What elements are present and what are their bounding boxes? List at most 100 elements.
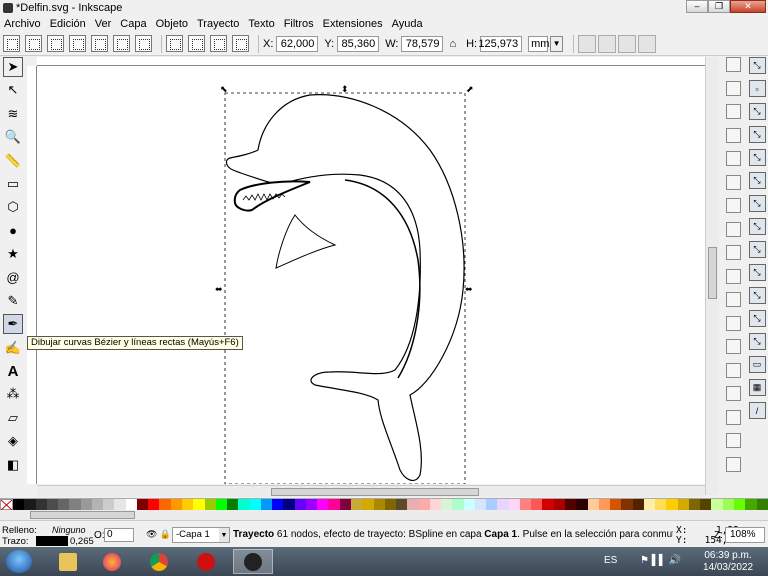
scale-handle-ne[interactable]: ⬈ — [466, 84, 474, 94]
snap-cusp-nodes-icon[interactable]: ⤡ — [748, 241, 766, 258]
color-swatch[interactable] — [486, 499, 498, 510]
import-icon[interactable] — [725, 151, 741, 166]
snap-intersections-icon[interactable]: ⤡ — [748, 218, 766, 235]
scale-handle-e[interactable]: ⬌ — [465, 284, 473, 294]
color-swatch[interactable] — [711, 499, 723, 510]
menu-texto[interactable]: Texto — [248, 18, 274, 30]
menu-capa[interactable]: Capa — [120, 18, 146, 30]
move-gradients-toggle[interactable] — [618, 34, 637, 53]
color-swatch[interactable] — [80, 499, 92, 510]
copy-icon[interactable] — [725, 245, 741, 260]
color-swatch[interactable] — [384, 499, 397, 510]
color-swatch[interactable] — [238, 499, 250, 510]
color-swatch[interactable] — [148, 499, 160, 510]
lower-to-bottom-icon[interactable] — [232, 35, 249, 52]
color-swatch[interactable] — [643, 499, 656, 510]
selector-tool-icon[interactable]: ➤ — [3, 57, 23, 77]
lock-icon[interactable]: ⌂ — [449, 38, 456, 50]
zoom-drawing-icon[interactable] — [725, 339, 741, 354]
color-swatch[interactable] — [294, 499, 306, 510]
layer-dropdown-arrow-icon[interactable]: ▼ — [219, 528, 229, 542]
color-swatch[interactable] — [159, 499, 171, 510]
star-tool-icon[interactable]: ★ — [3, 244, 23, 264]
color-swatch[interactable] — [576, 499, 588, 510]
no-paint-swatch[interactable] — [0, 499, 13, 511]
move-patterns-toggle[interactable] — [638, 34, 657, 53]
color-swatch[interactable] — [655, 499, 667, 510]
color-swatch[interactable] — [463, 499, 475, 510]
rotate-cw-icon[interactable] — [91, 35, 108, 52]
color-swatch[interactable] — [339, 499, 351, 510]
undo-icon[interactable] — [725, 198, 741, 213]
menu-ayuda[interactable]: Ayuda — [392, 18, 423, 30]
color-swatch[interactable] — [677, 499, 689, 510]
color-swatch[interactable] — [565, 499, 577, 510]
color-swatch[interactable] — [373, 499, 385, 510]
snap-bbox-edges-icon[interactable]: ⤡ — [748, 103, 766, 120]
print-icon[interactable] — [725, 127, 741, 143]
layer-visibility-icon[interactable]: 👁 🔒 — [146, 529, 171, 540]
menu-filtros[interactable]: Filtros — [284, 18, 314, 30]
zoom-tool-icon[interactable]: 🔍 — [3, 127, 23, 147]
snap-midpoints-icon[interactable]: ⤡ — [748, 287, 766, 304]
unit-select[interactable]: mm — [528, 35, 549, 52]
snap-bbox-midpoints-icon[interactable]: ⤡ — [748, 149, 766, 166]
export-icon[interactable] — [725, 174, 741, 190]
unit-dropdown-arrow-icon[interactable]: ▼ — [550, 35, 564, 52]
color-swatch[interactable] — [610, 499, 622, 510]
taskbar-explorer[interactable] — [48, 549, 88, 574]
color-swatch[interactable] — [317, 499, 329, 510]
menu-edicion[interactable]: Edición — [50, 18, 86, 30]
snap-grids-icon[interactable]: ▦ — [748, 379, 766, 396]
keyboard-language[interactable]: ES — [604, 555, 617, 566]
x-input[interactable]: 62,000 — [276, 35, 319, 52]
snap-page-border-icon[interactable]: ▭ — [748, 356, 766, 373]
color-swatch[interactable] — [621, 499, 633, 510]
color-swatch[interactable] — [756, 499, 768, 510]
raise-icon[interactable] — [188, 35, 205, 52]
w-input[interactable]: 78,579 — [401, 35, 444, 52]
color-swatch[interactable] — [587, 499, 599, 510]
color-swatch[interactable] — [519, 499, 532, 510]
taskbar-firefox[interactable] — [92, 549, 132, 574]
clone-icon[interactable] — [725, 409, 741, 425]
menu-objeto[interactable]: Objeto — [156, 18, 188, 30]
taskbar-app[interactable] — [186, 549, 226, 574]
color-swatch[interactable] — [441, 499, 453, 510]
node-tool-icon[interactable]: ↖ — [3, 80, 23, 100]
paint-bucket-tool-icon[interactable]: ◈ — [3, 431, 23, 451]
start-button[interactable] — [6, 550, 32, 573]
color-swatch[interactable] — [745, 499, 757, 510]
color-swatch[interactable] — [204, 499, 216, 510]
snap-bbox-corners-icon[interactable]: ⤡ — [748, 126, 766, 143]
color-swatch[interactable] — [193, 499, 205, 510]
tweak-tool-icon[interactable]: ≋ — [3, 104, 23, 124]
color-swatch[interactable] — [114, 499, 126, 510]
open-file-icon[interactable] — [725, 80, 741, 96]
select-all-icon[interactable] — [3, 35, 20, 52]
scale-handle-n[interactable]: ⬍ — [341, 84, 349, 94]
vertical-scrollbar[interactable] — [705, 57, 719, 495]
stroke-color-swatch[interactable] — [36, 536, 68, 546]
color-swatch[interactable] — [542, 499, 554, 510]
color-swatch[interactable] — [305, 499, 318, 510]
ellipse-tool-icon[interactable]: ● — [3, 221, 23, 241]
zoom-selection-icon[interactable] — [725, 315, 741, 331]
palette-scroll-thumb[interactable] — [30, 511, 135, 519]
snap-paths-icon[interactable]: ⤡ — [748, 195, 766, 212]
color-swatch[interactable] — [362, 499, 374, 510]
color-swatch[interactable] — [58, 499, 70, 510]
color-swatch[interactable] — [91, 499, 104, 510]
tray-icons[interactable]: ⚑ ▌▌ 🔊 — [640, 555, 681, 566]
vertical-scroll-thumb[interactable] — [708, 247, 717, 299]
color-swatch[interactable] — [452, 499, 464, 510]
calligraphy-tool-icon[interactable]: ✍ — [3, 338, 23, 358]
color-swatch[interactable] — [553, 499, 566, 510]
flip-horizontal-icon[interactable] — [113, 35, 130, 52]
minimize-button[interactable]: ‒ — [686, 0, 708, 13]
color-swatch[interactable] — [632, 499, 644, 510]
color-swatch[interactable] — [700, 499, 712, 510]
save-icon[interactable] — [725, 104, 741, 119]
clock[interactable]: 06:39 p.m. 14/03/2022 — [698, 550, 758, 574]
color-swatch[interactable] — [508, 499, 520, 510]
